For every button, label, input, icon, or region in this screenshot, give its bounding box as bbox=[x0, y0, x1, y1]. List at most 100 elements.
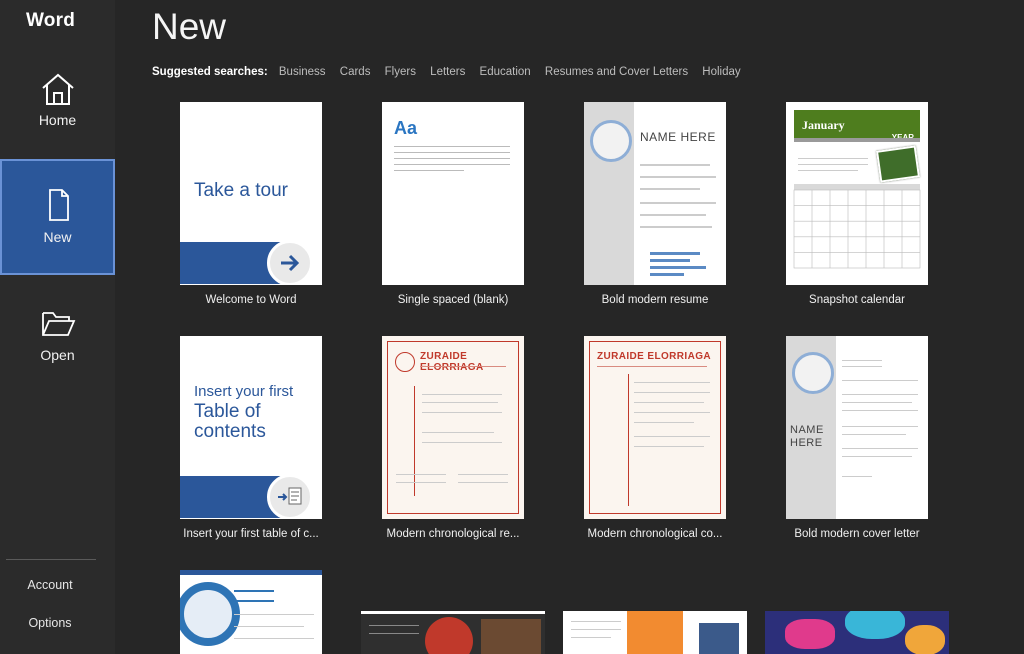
folder-open-icon bbox=[42, 312, 76, 336]
text-line bbox=[640, 226, 712, 228]
blob bbox=[845, 611, 905, 639]
template-row3-1[interactable] bbox=[180, 570, 322, 654]
text-line bbox=[640, 164, 710, 166]
text-line bbox=[458, 482, 508, 483]
photo-block bbox=[699, 623, 739, 654]
app-title: Word bbox=[26, 10, 75, 31]
nav-account[interactable]: Account bbox=[0, 578, 100, 592]
nav-home-label: Home bbox=[38, 112, 77, 128]
calendar-photo bbox=[875, 145, 921, 183]
text-line bbox=[842, 360, 882, 361]
suggested-education[interactable]: Education bbox=[480, 66, 531, 78]
text-line bbox=[458, 474, 508, 475]
text-line bbox=[422, 432, 494, 433]
aa-glyph: Aa bbox=[394, 118, 418, 138]
red-circle bbox=[425, 617, 473, 654]
suggested-searches: Suggested searches: Business Cards Flyer… bbox=[152, 66, 752, 78]
resume-name: ZURAIDE ELORRIAGA bbox=[420, 351, 484, 373]
blob bbox=[785, 619, 835, 649]
text-line bbox=[640, 176, 716, 178]
text-line bbox=[234, 626, 304, 627]
text-line bbox=[234, 638, 314, 639]
text-line bbox=[842, 476, 872, 477]
suggested-label: Suggested searches: bbox=[152, 66, 268, 78]
calendar-header: January YEAR bbox=[794, 110, 920, 142]
template-thumbnail: ZURAIDE ELORRIAGA bbox=[382, 336, 524, 519]
nav-open-label: Open bbox=[40, 347, 75, 363]
text-line bbox=[842, 410, 918, 411]
text-line bbox=[634, 402, 704, 403]
text-line bbox=[634, 422, 694, 423]
text-line bbox=[571, 629, 621, 630]
text-line bbox=[634, 446, 704, 447]
template-label: Bold modern resume bbox=[601, 294, 709, 306]
text-line bbox=[634, 436, 710, 437]
text-line bbox=[394, 158, 510, 159]
nav-options[interactable]: Options bbox=[0, 616, 100, 630]
timeline-line bbox=[414, 386, 415, 496]
template-thumbnail: Aa bbox=[382, 102, 524, 285]
text-line bbox=[394, 164, 510, 165]
page-title: New bbox=[152, 6, 227, 47]
arrow-right-icon bbox=[267, 240, 313, 285]
text-line bbox=[842, 434, 906, 435]
template-thumbnail: ZURAIDE ELORRIAGA bbox=[584, 336, 726, 519]
suggested-resumes[interactable]: Resumes and Cover Letters bbox=[545, 66, 688, 78]
cover-name: NAME HERE bbox=[790, 424, 824, 449]
template-row3-4[interactable] bbox=[765, 611, 949, 654]
photo-block bbox=[481, 619, 541, 654]
template-label: Modern chronological co... bbox=[587, 528, 723, 540]
text-line bbox=[842, 380, 918, 381]
nav-new[interactable]: New bbox=[0, 159, 115, 275]
template-thumbnail: Take a tour bbox=[180, 102, 322, 285]
text-line bbox=[571, 621, 621, 622]
template-row3-3[interactable] bbox=[563, 611, 747, 654]
text-line bbox=[842, 402, 912, 403]
text-line bbox=[422, 394, 502, 395]
text-line bbox=[369, 625, 419, 626]
text-line bbox=[634, 412, 710, 413]
top-band bbox=[361, 611, 545, 614]
toc-arrow-icon bbox=[267, 474, 313, 519]
text-line bbox=[396, 474, 446, 475]
skill-bar bbox=[650, 266, 706, 269]
suggested-flyers[interactable]: Flyers bbox=[385, 66, 416, 78]
text-line bbox=[842, 426, 918, 427]
avatar bbox=[792, 352, 834, 394]
main-content: New Suggested searches: Business Cards F… bbox=[115, 0, 1024, 654]
avatar bbox=[395, 352, 415, 372]
template-label: Snapshot calendar bbox=[809, 294, 905, 306]
nav-open[interactable]: Open bbox=[0, 295, 115, 411]
text-line bbox=[634, 382, 710, 383]
skill-bar bbox=[650, 273, 684, 276]
text-line bbox=[422, 442, 502, 443]
text-line bbox=[422, 412, 502, 413]
template-row3-2[interactable] bbox=[361, 611, 545, 654]
template-thumbnail: NAME HERE bbox=[584, 102, 726, 285]
home-icon bbox=[42, 73, 74, 105]
skill-bar bbox=[650, 252, 700, 255]
suggested-holiday[interactable]: Holiday bbox=[702, 66, 740, 78]
template-label: Bold modern cover letter bbox=[794, 528, 920, 540]
text-line bbox=[369, 633, 419, 634]
timeline-line bbox=[628, 374, 629, 506]
text-line bbox=[420, 366, 506, 367]
sidebar-divider bbox=[6, 559, 96, 560]
template-label: Welcome to Word bbox=[205, 294, 297, 306]
text-line bbox=[234, 600, 274, 602]
resume-name: NAME HERE bbox=[640, 130, 716, 144]
toc-thumb-text: Insert your first Table of contents bbox=[194, 382, 293, 442]
suggested-cards[interactable]: Cards bbox=[340, 66, 371, 78]
take-a-tour-text: Take a tour bbox=[194, 180, 288, 201]
text-line bbox=[634, 392, 710, 393]
text-line bbox=[571, 637, 611, 638]
calendar-month: January bbox=[802, 118, 845, 132]
text-line bbox=[640, 202, 716, 204]
suggested-business[interactable]: Business bbox=[279, 66, 326, 78]
text-line bbox=[396, 482, 446, 483]
text-line bbox=[597, 366, 707, 367]
suggested-letters[interactable]: Letters bbox=[430, 66, 465, 78]
template-label: Single spaced (blank) bbox=[397, 294, 509, 306]
text-line bbox=[640, 214, 706, 216]
text-line bbox=[842, 448, 918, 449]
